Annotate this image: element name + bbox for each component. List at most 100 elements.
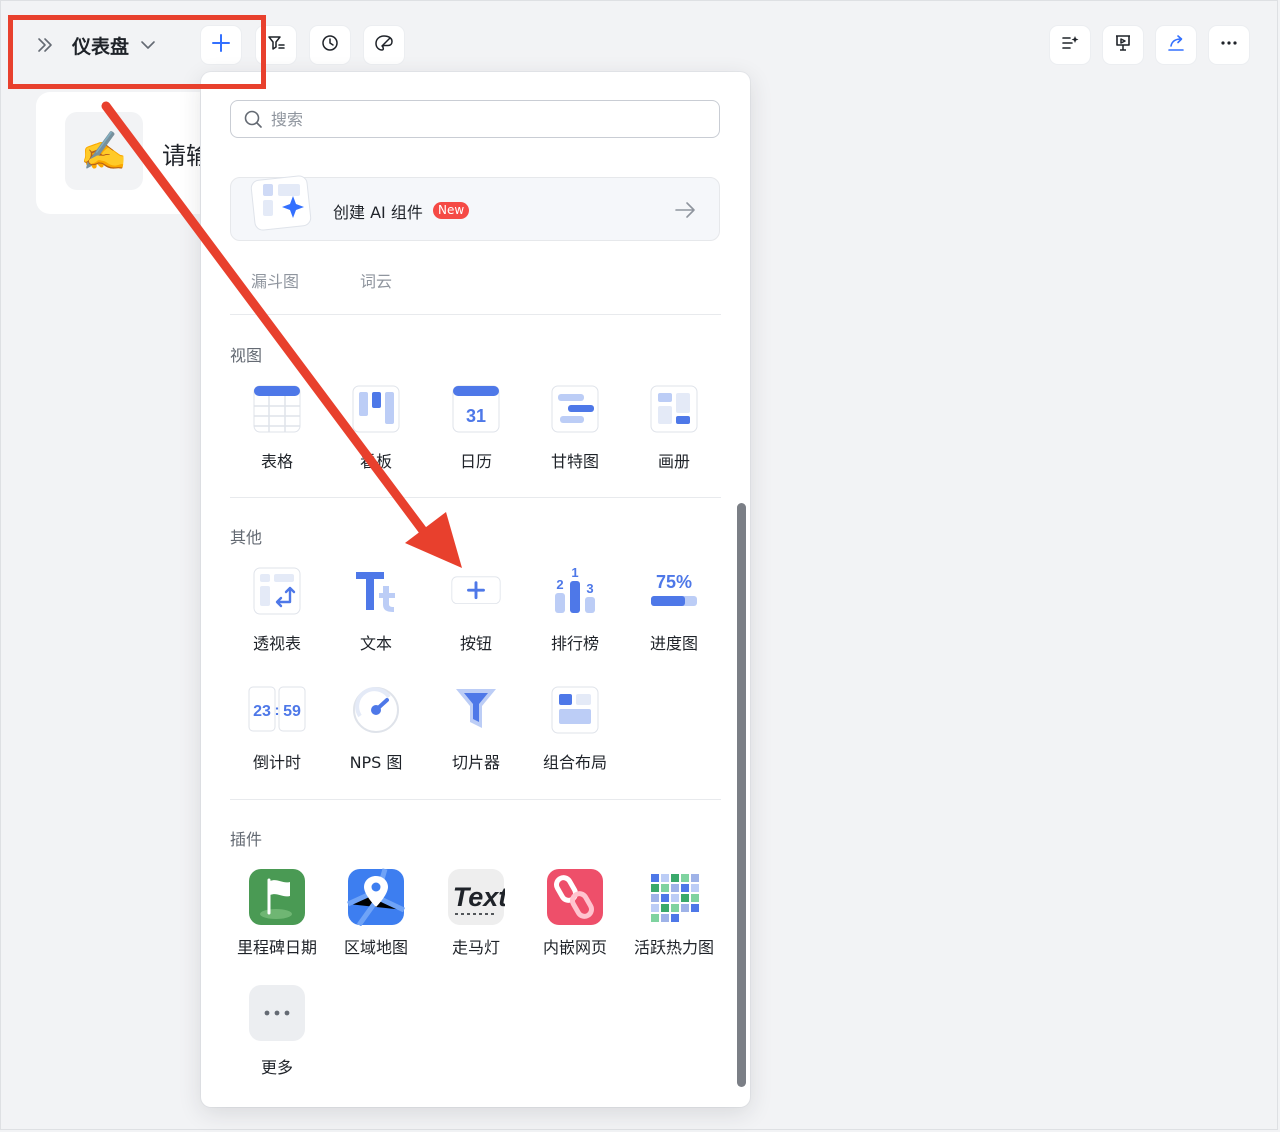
heatmap-cell <box>681 884 689 892</box>
component-slicer[interactable]: 切片器 <box>426 685 526 785</box>
text-icon <box>351 566 401 616</box>
component-label: 组合布局 <box>542 753 607 772</box>
heatmap-cell <box>661 894 669 902</box>
component-combined-layout[interactable]: 组合布局 <box>525 685 625 785</box>
component-pivot-table[interactable]: 透视表 <box>227 566 327 666</box>
component-progress[interactable]: 75% 进度图 <box>624 566 724 666</box>
component-countdown[interactable]: 23 : 59 倒计时 <box>227 685 327 785</box>
component-table[interactable]: 表格 <box>227 384 327 484</box>
leaderboard-icon: 1 2 3 <box>550 565 600 616</box>
component-label: 透视表 <box>252 634 301 653</box>
gauge-icon <box>351 685 401 735</box>
component-label: 活跃热力图 <box>633 938 714 957</box>
share-icon <box>1166 33 1186 57</box>
component-leaderboard[interactable]: 1 2 3 排行榜 <box>525 565 625 666</box>
ai-component-label: 创建 AI 组件 <box>333 203 423 222</box>
ai-settings-button[interactable] <box>1050 26 1090 64</box>
plugin-marquee[interactable]: Text 走马灯 <box>426 868 526 968</box>
countdown-colon: : <box>275 702 280 719</box>
heatmap-icon <box>645 868 703 926</box>
filter-icon <box>266 33 286 57</box>
plugin-embed-webpage[interactable]: 内嵌网页 <box>525 868 625 968</box>
plugin-activity-heatmap[interactable]: 活跃热力图 <box>624 868 724 968</box>
heatmap-cell <box>651 904 659 912</box>
heatmap-cell <box>671 894 679 902</box>
plugin-milestone-date[interactable]: 里程碑日期 <box>227 868 327 968</box>
more-icon <box>1219 33 1239 57</box>
component-nps[interactable]: NPS 图 <box>326 685 426 785</box>
gantt-icon <box>550 384 600 434</box>
component-label: 日历 <box>459 452 492 471</box>
component-label: 进度图 <box>649 634 698 653</box>
component-search[interactable] <box>230 100 720 138</box>
component-label: 排行榜 <box>550 634 599 653</box>
component-label: 按钮 <box>459 634 492 653</box>
ai-settings-icon <box>1060 33 1080 57</box>
heatmap-cell <box>651 884 659 892</box>
component-label: 看板 <box>359 452 392 471</box>
heatmap-cell <box>661 904 669 912</box>
heatmap-cell <box>671 884 679 892</box>
component-gantt[interactable]: 甘特图 <box>525 384 625 484</box>
heatmap-cell <box>651 874 659 882</box>
writing-hand-emoji: ✍️ <box>65 112 143 190</box>
search-icon <box>243 109 263 129</box>
gallery-icon <box>649 384 699 434</box>
component-label: 里程碑日期 <box>236 938 317 957</box>
heatmap-cell <box>661 914 669 922</box>
create-ai-component[interactable]: 创建 AI 组件 New <box>230 175 720 241</box>
section-title-plugins: 插件 <box>230 830 263 849</box>
component-button[interactable]: 按钮 <box>426 566 526 666</box>
funnel-chart-item[interactable]: 漏斗图 <box>251 268 299 292</box>
countdown-hours: 23 <box>253 703 271 720</box>
calendar-icon: 31 <box>451 384 501 434</box>
rank-third: 3 <box>586 581 593 596</box>
component-label: 走马灯 <box>451 938 500 957</box>
component-label: 甘特图 <box>550 452 599 471</box>
calendar-glyph: 31 <box>466 406 486 426</box>
milestone-flag-icon <box>248 868 306 926</box>
heatmap-cell <box>661 874 669 882</box>
section-title-others: 其他 <box>230 528 263 547</box>
component-text[interactable]: 文本 <box>326 566 426 666</box>
heatmap-cell <box>681 904 689 912</box>
component-gallery[interactable]: 画册 <box>624 384 724 484</box>
plugin-region-map[interactable]: 区域地图 <box>326 868 426 968</box>
component-label: 区域地图 <box>343 938 408 957</box>
component-label: NPS 图 <box>349 753 403 772</box>
rank-first: 1 <box>571 566 578 580</box>
word-cloud-item[interactable]: 词云 <box>360 268 392 292</box>
history-button[interactable] <box>310 26 350 64</box>
presentation-button[interactable] <box>1103 26 1143 64</box>
history-icon <box>320 33 340 57</box>
component-label: 内嵌网页 <box>542 938 607 957</box>
embed-link-icon <box>546 868 604 926</box>
ai-component-icon <box>249 172 315 234</box>
heatmap-cell <box>691 874 699 882</box>
popup-scrollbar[interactable] <box>737 503 746 1087</box>
layout-icon <box>550 685 600 735</box>
plugin-more[interactable]: 更多 <box>227 984 327 1084</box>
map-pin-icon <box>346 868 406 927</box>
share-button[interactable] <box>1156 26 1196 64</box>
progress-glyph: 75% <box>656 572 692 592</box>
component-label: 切片器 <box>451 753 500 772</box>
theme-button[interactable] <box>364 26 404 64</box>
component-kanban[interactable]: 看板 <box>326 384 426 484</box>
marquee-glyph: Text <box>453 882 505 912</box>
component-calendar[interactable]: 31 日历 <box>426 384 526 484</box>
section-title-views: 视图 <box>230 346 263 365</box>
more-button[interactable] <box>1209 26 1249 64</box>
more-dots-icon <box>248 984 306 1042</box>
pivot-table-icon <box>252 566 302 616</box>
progress-icon: 75% <box>649 566 699 616</box>
add-component-popup: 创建 AI 组件 New 漏斗图 词云 视图 表格 看板 31 日历 甘特图 <box>201 72 750 1107</box>
rank-second: 2 <box>556 577 563 592</box>
presentation-icon <box>1113 33 1133 57</box>
table-icon <box>252 384 302 434</box>
search-input[interactable] <box>269 108 693 130</box>
heatmap-cell <box>691 904 699 912</box>
component-label: 文本 <box>359 634 392 653</box>
theme-icon <box>373 33 395 57</box>
heatmap-cell <box>671 904 679 912</box>
